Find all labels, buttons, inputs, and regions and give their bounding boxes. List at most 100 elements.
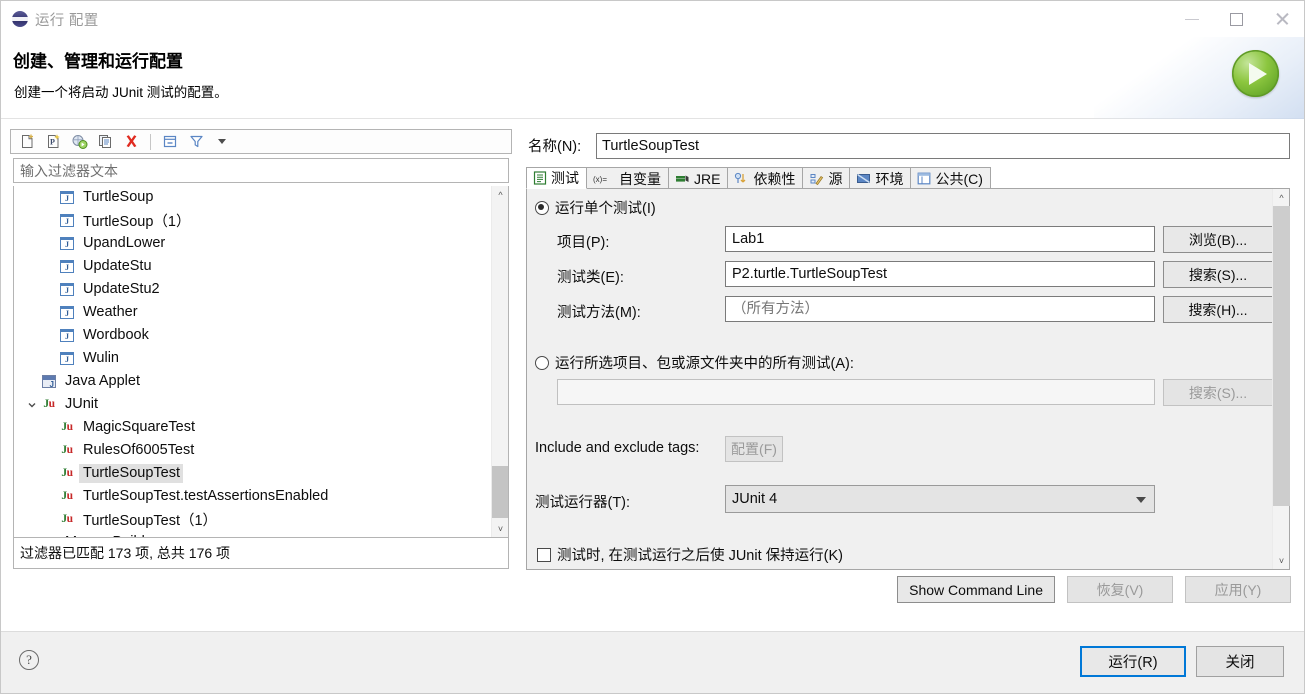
configuration-tabs: 测试 (x)= 自变量 JRE 依赖性 源 环境 公共(C) [526, 167, 1290, 189]
tree-item[interactable]: Ju TurtleSoupTest [14, 462, 490, 485]
tree-twisty-spacer [42, 512, 58, 528]
run-single-test-label: 运行单个测试(I) [555, 201, 656, 217]
maximize-icon [1230, 12, 1243, 26]
tab-vertical-scrollbar[interactable]: ^ ˅ [1272, 189, 1290, 569]
duplicate-launch-configuration-icon[interactable] [94, 131, 116, 152]
collapse-all-icon[interactable] [159, 131, 181, 152]
radio-unselected-icon [535, 355, 549, 370]
test-runner-value: JUnit 4 [732, 491, 778, 507]
tree-item-label: Java Applet [65, 373, 140, 389]
tree-twisty-spacer [24, 374, 40, 390]
window-controls [1169, 1, 1304, 37]
project-label: 项目(P): [557, 235, 610, 251]
name-row: 名称(N): [528, 135, 581, 156]
tree-item[interactable]: J UpdateStu [14, 255, 490, 278]
scroll-up-icon[interactable]: ^ [492, 186, 508, 203]
tab-依赖性[interactable]: 依赖性 [727, 167, 804, 189]
filter-icon[interactable] [185, 131, 207, 152]
tab-scroll-down-icon[interactable]: ˅ [1273, 552, 1290, 569]
scroll-thumb[interactable] [492, 466, 508, 518]
tab-测试[interactable]: 测试 [526, 167, 587, 189]
run-button[interactable]: 运行(R) [1080, 646, 1186, 677]
name-input[interactable] [596, 133, 1290, 159]
page-title: 创建、管理和运行配置 [13, 52, 183, 71]
test-class-search-button[interactable]: 搜索(S)... [1163, 261, 1272, 288]
tree-item[interactable]: J Wulin [14, 347, 490, 370]
test-method-input[interactable] [725, 296, 1155, 322]
tab-label: 环境 [875, 170, 904, 187]
tree-twisty-spacer [42, 443, 58, 459]
svg-text:P: P [50, 138, 55, 147]
project-browse-button[interactable]: 浏览(B)... [1163, 226, 1272, 253]
tab-环境[interactable]: 环境 [849, 167, 912, 189]
tree-item[interactable]: Ju TurtleSoupTest.testAssertionsEnabled [14, 485, 490, 508]
revert-button: 恢复(V) [1067, 576, 1173, 603]
tree-item[interactable]: J Wordbook [14, 324, 490, 347]
tree-item[interactable]: J TurtleSoup [14, 186, 490, 209]
export-launch-configuration-icon[interactable] [68, 131, 90, 152]
tree-twisty-spacer [42, 328, 58, 344]
test-class-label: 测试类(E): [557, 270, 624, 286]
tab-label: 自变量 [619, 170, 661, 187]
tree-item[interactable]: J UpandLower [14, 232, 490, 255]
project-input[interactable] [725, 226, 1155, 252]
java-application-icon: J [58, 236, 76, 252]
toolbar-separator [150, 133, 151, 150]
filter-input[interactable] [13, 158, 509, 183]
view-menu-chevron-icon[interactable] [211, 131, 233, 152]
tree-twisty-spacer [42, 259, 58, 275]
test-class-input[interactable] [725, 261, 1155, 287]
tree-item[interactable]: Ju TurtleSoupTest（1） [14, 508, 490, 531]
run-all-search-button: 搜索(S)... [1163, 379, 1272, 406]
new-launch-configuration-icon[interactable] [16, 131, 38, 152]
tree-item[interactable]: Ju JUnit [14, 393, 490, 416]
junit-icon: Ju [61, 443, 73, 456]
keep-junit-running-row[interactable]: 测试时, 在测试运行之后使 JUnit 保持运行(K) [537, 547, 1237, 567]
chevron-down-icon[interactable] [24, 397, 40, 413]
tree-twisty-spacer [42, 466, 58, 482]
tree-item[interactable]: J Weather [14, 301, 490, 324]
test-method-search-button[interactable]: 搜索(H)... [1163, 296, 1272, 323]
tree-item[interactable]: Ju RulesOf6005Test [14, 439, 490, 462]
junit-icon: Ju [61, 512, 73, 525]
show-command-line-button[interactable]: Show Command Line [897, 576, 1055, 603]
editor-action-buttons: Show Command Line 恢复(V) 应用(Y) [897, 576, 1291, 603]
help-icon[interactable]: ? [19, 650, 39, 670]
tab-scroll-up-icon[interactable]: ^ [1273, 189, 1290, 206]
junit-icon: Ju [43, 397, 55, 410]
jre-tab-icon [675, 172, 690, 185]
tree-twisty-spacer [42, 190, 58, 206]
close-dialog-button[interactable]: 关闭 [1196, 646, 1284, 677]
dialog-footer: ? 运行(R) 关闭 [1, 631, 1304, 693]
tab-自变量[interactable]: (x)= 自变量 [586, 167, 669, 189]
scroll-down-icon[interactable]: ˅ [492, 520, 508, 537]
maximize-button[interactable] [1214, 1, 1259, 37]
tree-item[interactable]: J UpdateStu2 [14, 278, 490, 301]
tree-item[interactable]: Ju MagicSquareTest [14, 416, 490, 439]
tree-twisty-spacer [42, 236, 58, 252]
delete-launch-configuration-icon[interactable] [120, 131, 142, 152]
java-application-icon: J [58, 305, 76, 321]
tab-label: 公共(C) [935, 170, 983, 187]
tree-item[interactable]: J TurtleSoup（1） [14, 209, 490, 232]
tab-源[interactable]: 源 [802, 167, 851, 189]
test-tab-content: 运行单个测试(I) 项目(P): 浏览(B)... 测试类(E): 搜索(S).… [527, 189, 1272, 569]
tree-twisty-spacer [42, 305, 58, 321]
tree-item-label: JUnit [65, 396, 99, 412]
tree-list: J TurtleSoup J TurtleSoup（1） J UpandLower J Upd… [14, 186, 490, 537]
tree-item[interactable]: Java Applet [14, 370, 490, 393]
tab-公共(C)[interactable]: 公共(C) [910, 167, 991, 189]
close-button[interactable] [1259, 1, 1304, 37]
tab-scroll-thumb[interactable] [1273, 206, 1290, 506]
configurations-tree[interactable]: J TurtleSoup J TurtleSoup（1） J UpandLower J Upd… [13, 186, 509, 537]
run-configurations-dialog: 运行 配置 创建、管理和运行配置 创建一个将启动 JUnit 测试的配置。 P … [0, 0, 1305, 694]
minimize-button[interactable] [1169, 1, 1214, 37]
checkbox-unchecked-icon[interactable] [537, 547, 551, 562]
test-runner-select[interactable]: JUnit 4 [725, 485, 1155, 513]
run-all-tests-radio[interactable]: 运行所选项目、包或源文件夹中的所有测试(A): [535, 352, 854, 373]
run-single-test-radio[interactable]: 运行单个测试(I) [535, 197, 656, 218]
tab-JRE[interactable]: JRE [668, 167, 729, 189]
new-prototype-icon[interactable]: P [42, 131, 64, 152]
test-runner-label: 测试运行器(T): [535, 495, 631, 511]
tree-vertical-scrollbar[interactable]: ^ ˅ [491, 186, 508, 537]
